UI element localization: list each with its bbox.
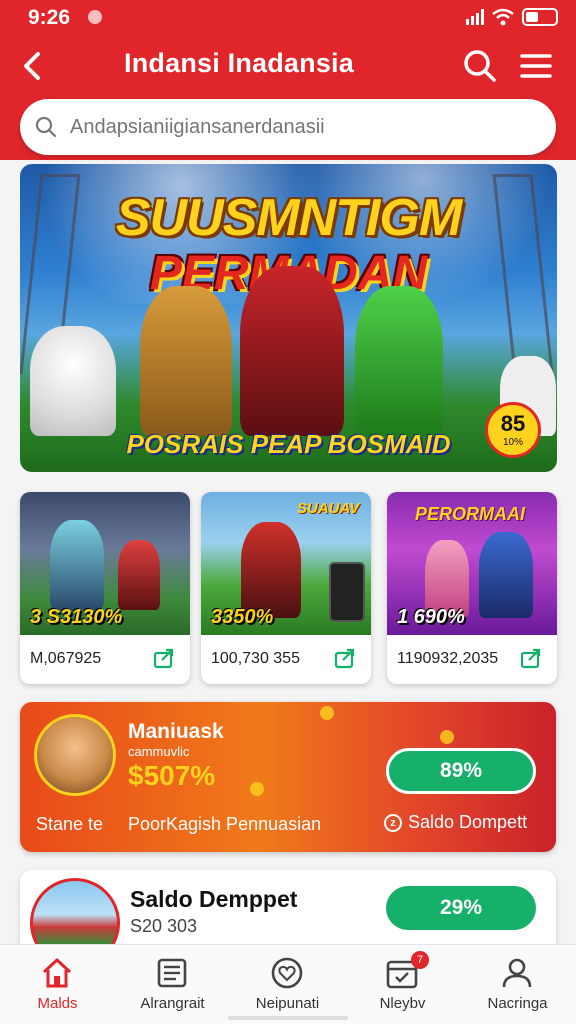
badge-number: 85: [500, 411, 526, 436]
promo-mid-label: PoorKagish Pennuasian: [128, 814, 322, 834]
tab-label: Neipunati: [255, 995, 320, 1012]
search-bar[interactable]: [20, 99, 556, 155]
hero-character: [240, 266, 344, 436]
wallet-label: Saldo Dompett: [408, 812, 528, 832]
card-price: 1 690%: [397, 606, 465, 628]
wifi-icon: [492, 8, 514, 26]
card-number: M,067925: [30, 650, 102, 667]
game-card[interactable]: PERORMAAI 1 690% 1190932,2035: [387, 492, 557, 684]
share-icon[interactable]: [519, 646, 543, 670]
balance-amount: S20 303: [130, 916, 198, 936]
bottom-nav: Malds Alrangrait Neipunati 7 Nleybv Nacr…: [0, 944, 576, 1024]
tab-label: Alrangrait: [140, 995, 205, 1012]
notification-icon: [88, 10, 102, 24]
card-price: 3 S3130%: [30, 606, 123, 628]
card-number: 1190932,2035: [397, 650, 499, 667]
status-bar: 9:26: [0, 0, 576, 36]
home-icon: [42, 958, 72, 988]
list-icon: [157, 958, 187, 988]
coin-icon: [250, 782, 264, 796]
hero-character: [355, 286, 443, 436]
tab-label: Nleybv: [379, 995, 426, 1012]
balance-percent-button[interactable]: 29%: [386, 886, 536, 930]
promo-name: Maniuask: [128, 720, 224, 743]
player-figure: [50, 520, 104, 610]
tab-label: Nacringa: [487, 995, 548, 1012]
game-card[interactable]: 3 S3130% M,067925: [20, 492, 190, 684]
card-number: 100,730 355: [211, 650, 300, 667]
tab-profile[interactable]: Nacringa: [460, 945, 575, 1024]
notification-badge: 7: [411, 951, 429, 969]
hero-tagline: POSRAIS PEAP BOSMAID: [126, 429, 451, 459]
share-icon[interactable]: [152, 646, 176, 670]
tab-calendar[interactable]: 7 Nleybv: [345, 945, 460, 1024]
hero-character: [140, 286, 232, 436]
card-price: 3350%: [211, 606, 274, 628]
menu-icon[interactable]: [516, 46, 556, 86]
tab-favorites[interactable]: Neipunati: [230, 945, 345, 1024]
app-header: 9:26 Indansi Inadansia: [0, 0, 576, 160]
card-label: SUAUAV: [297, 500, 360, 517]
wallet-link[interactable]: z Saldo Dompett: [384, 812, 527, 833]
player-figure: [479, 532, 533, 618]
mascot-character: [30, 326, 116, 436]
badge-sub: 10%: [502, 437, 523, 448]
tab-list[interactable]: Alrangrait: [115, 945, 230, 1024]
search-input[interactable]: [70, 109, 540, 145]
avatar: [34, 714, 116, 796]
home-indicator: [228, 1016, 348, 1020]
coin-icon: [440, 730, 454, 744]
hero-title: SUUSMNTIGM: [115, 189, 462, 247]
share-icon[interactable]: [333, 646, 357, 670]
cellular-signal-icon: [466, 9, 484, 25]
battery-icon: [522, 8, 558, 26]
promo-left-label: Stane te: [36, 814, 104, 834]
hero-banner[interactable]: SUUSMNTIGM PERMADAN POSRAIS PEAP BOSMAID…: [20, 164, 557, 472]
coin-icon: [320, 706, 334, 720]
profile-icon: [502, 958, 532, 988]
phone-image: [329, 562, 365, 622]
hero-badge: 85 10%: [485, 402, 541, 458]
promo-percent-button[interactable]: 89%: [386, 748, 536, 794]
promo-subtitle: cammuvlic: [128, 744, 190, 759]
search-field-icon: [35, 116, 57, 138]
card-label: PERORMAAI: [415, 504, 526, 524]
heart-icon: [271, 957, 303, 989]
page-title: Indansi Inadansia: [124, 48, 354, 78]
game-card[interactable]: SUAUAV 3350% 100,730 355: [201, 492, 371, 684]
promo-percent: $507%: [128, 760, 216, 791]
balance-title: Saldo Demppet: [130, 886, 298, 912]
wallet-icon: z: [384, 813, 402, 832]
player-figure: [241, 522, 301, 618]
player-figure: [118, 540, 160, 610]
search-icon[interactable]: [460, 46, 500, 86]
tab-home[interactable]: Malds: [0, 945, 115, 1024]
tab-label: Malds: [37, 995, 78, 1012]
status-time: 9:26: [28, 6, 71, 29]
promo-card[interactable]: Maniuask cammuvlic $507% 89% Stane te Po…: [20, 702, 556, 852]
